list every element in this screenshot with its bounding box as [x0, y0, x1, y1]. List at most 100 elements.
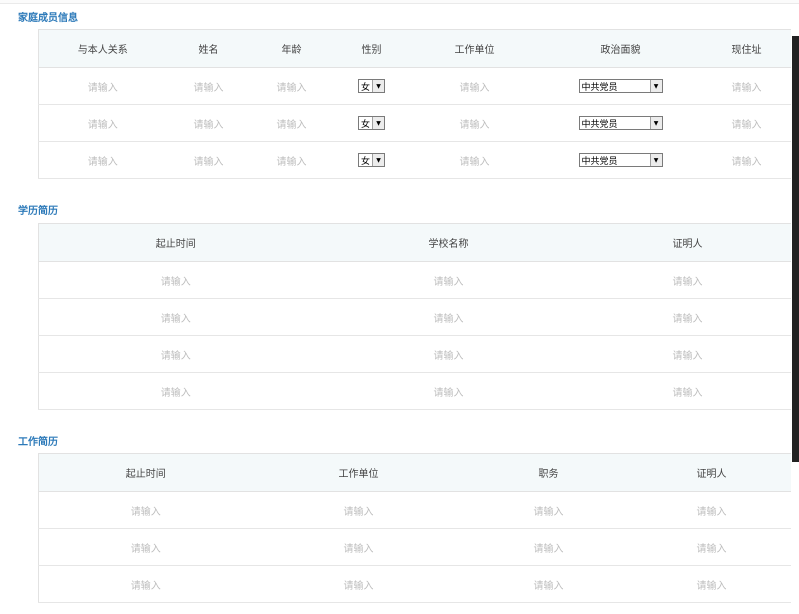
- political-value: 中共党员: [581, 119, 618, 130]
- triangle-down-icon[interactable]: ▼: [372, 117, 384, 129]
- triangle-down-icon[interactable]: ▼: [372, 80, 384, 92]
- witness-input[interactable]: 请输入: [584, 298, 791, 336]
- placeholder-text: 请输入: [87, 156, 118, 168]
- name-input[interactable]: 请输入: [166, 104, 251, 142]
- gender-value: 女: [361, 82, 371, 93]
- placeholder-text: 请输入: [130, 580, 161, 592]
- family-header-row: 与本人关系 姓名 年龄 性别 工作单位 政治面貌 现住址: [38, 29, 791, 68]
- education-col-witness: 证明人: [584, 223, 791, 262]
- family-col-address: 现住址: [702, 29, 791, 68]
- period-input[interactable]: 请输入: [38, 491, 253, 529]
- gender-select[interactable]: 女 ▼: [358, 153, 385, 167]
- name-input[interactable]: 请输入: [166, 67, 251, 105]
- placeholder-text: 请输入: [696, 580, 727, 592]
- witness-input[interactable]: 请输入: [632, 491, 791, 529]
- period-input[interactable]: 请输入: [38, 261, 313, 299]
- employer-input[interactable]: 请输入: [252, 565, 465, 603]
- witness-input[interactable]: 请输入: [584, 372, 791, 410]
- family-col-gender: 性别: [332, 29, 411, 68]
- relation-input[interactable]: 请输入: [38, 104, 167, 142]
- placeholder-text: 请输入: [276, 119, 307, 131]
- period-input[interactable]: 请输入: [38, 565, 253, 603]
- position-input[interactable]: 请输入: [464, 565, 633, 603]
- gender-cell: 女 ▼: [332, 141, 411, 179]
- relation-input[interactable]: 请输入: [38, 67, 167, 105]
- placeholder-text: 请输入: [160, 387, 191, 399]
- table-row: 请输入 请输入 请输入 请输入: [38, 565, 791, 603]
- age-input[interactable]: 请输入: [250, 104, 333, 142]
- school-input[interactable]: 请输入: [312, 335, 585, 373]
- witness-input[interactable]: 请输入: [584, 261, 791, 299]
- age-input[interactable]: 请输入: [250, 67, 333, 105]
- period-input[interactable]: 请输入: [38, 335, 313, 373]
- address-input[interactable]: 请输入: [702, 104, 791, 142]
- school-input[interactable]: 请输入: [312, 372, 585, 410]
- age-input[interactable]: 请输入: [250, 141, 333, 179]
- work-col-period: 起止时间: [38, 453, 253, 492]
- position-input[interactable]: 请输入: [464, 528, 633, 566]
- political-select[interactable]: 中共党员 ▼: [578, 116, 663, 130]
- placeholder-text: 请输入: [433, 350, 464, 362]
- placeholder-text: 请输入: [533, 580, 564, 592]
- placeholder-text: 请输入: [193, 156, 224, 168]
- name-input[interactable]: 请输入: [166, 141, 251, 179]
- school-input[interactable]: 请输入: [312, 298, 585, 336]
- family-table: 与本人关系 姓名 年龄 性别 工作单位 政治面貌 现住址 请输入 请输入 请输入…: [38, 29, 791, 179]
- work-table: 起止时间 工作单位 职务 证明人 请输入 请输入 请输入 请输入 请输入 请输入…: [38, 453, 791, 603]
- work-col-witness: 证明人: [632, 453, 791, 492]
- employer-input[interactable]: 请输入: [410, 67, 539, 105]
- political-select[interactable]: 中共党员 ▼: [578, 79, 663, 93]
- family-section-title: 家庭成员信息: [18, 13, 78, 24]
- table-row: 请输入 请输入 请输入 女 ▼ 请输入 中共党员 ▼ 请输入: [38, 104, 791, 142]
- employer-input[interactable]: 请输入: [410, 104, 539, 142]
- witness-input[interactable]: 请输入: [584, 335, 791, 373]
- employer-input[interactable]: 请输入: [410, 141, 539, 179]
- placeholder-text: 请输入: [459, 156, 490, 168]
- gender-value: 女: [361, 156, 371, 167]
- table-row: 请输入 请输入 请输入: [38, 372, 791, 410]
- gender-select[interactable]: 女 ▼: [358, 79, 385, 93]
- period-input[interactable]: 请输入: [38, 298, 313, 336]
- placeholder-text: 请输入: [696, 506, 727, 518]
- table-row: 请输入 请输入 请输入 请输入: [38, 528, 791, 566]
- employer-input[interactable]: 请输入: [252, 491, 465, 529]
- school-input[interactable]: 请输入: [312, 261, 585, 299]
- placeholder-text: 请输入: [193, 82, 224, 94]
- placeholder-text: 请输入: [276, 82, 307, 94]
- employer-input[interactable]: 请输入: [252, 528, 465, 566]
- placeholder-text: 请输入: [343, 506, 374, 518]
- political-select[interactable]: 中共党员 ▼: [578, 153, 663, 167]
- education-section-title: 学历简历: [18, 206, 58, 217]
- witness-input[interactable]: 请输入: [632, 565, 791, 603]
- gender-cell: 女 ▼: [332, 67, 411, 105]
- triangle-down-icon[interactable]: ▼: [372, 154, 384, 166]
- placeholder-text: 请输入: [672, 350, 703, 362]
- placeholder-text: 请输入: [459, 82, 490, 94]
- placeholder-text: 请输入: [533, 543, 564, 555]
- work-col-position: 职务: [464, 453, 633, 492]
- triangle-down-icon[interactable]: ▼: [649, 117, 662, 129]
- position-input[interactable]: 请输入: [464, 491, 633, 529]
- vertical-scrollbar[interactable]: [792, 36, 799, 462]
- gender-value: 女: [361, 119, 371, 130]
- gender-cell: 女 ▼: [332, 104, 411, 142]
- education-table: 起止时间 学校名称 证明人 请输入 请输入 请输入 请输入 请输入 请输入 请输…: [38, 223, 791, 410]
- triangle-down-icon[interactable]: ▼: [649, 80, 662, 92]
- address-input[interactable]: 请输入: [702, 67, 791, 105]
- table-row: 请输入 请输入 请输入: [38, 298, 791, 336]
- political-cell: 中共党员 ▼: [538, 67, 703, 105]
- family-col-age: 年龄: [250, 29, 333, 68]
- table-row: 请输入 请输入 请输入 女 ▼ 请输入 中共党员 ▼ 请输入: [38, 67, 791, 105]
- table-row: 请输入 请输入 请输入 女 ▼ 请输入 中共党员 ▼ 请输入: [38, 141, 791, 179]
- witness-input[interactable]: 请输入: [632, 528, 791, 566]
- period-input[interactable]: 请输入: [38, 372, 313, 410]
- table-row: 请输入 请输入 请输入 请输入: [38, 491, 791, 529]
- placeholder-text: 请输入: [160, 313, 191, 325]
- placeholder-text: 请输入: [696, 543, 727, 555]
- placeholder-text: 请输入: [433, 313, 464, 325]
- triangle-down-icon[interactable]: ▼: [649, 154, 662, 166]
- relation-input[interactable]: 请输入: [38, 141, 167, 179]
- period-input[interactable]: 请输入: [38, 528, 253, 566]
- gender-select[interactable]: 女 ▼: [358, 116, 385, 130]
- address-input[interactable]: 请输入: [702, 141, 791, 179]
